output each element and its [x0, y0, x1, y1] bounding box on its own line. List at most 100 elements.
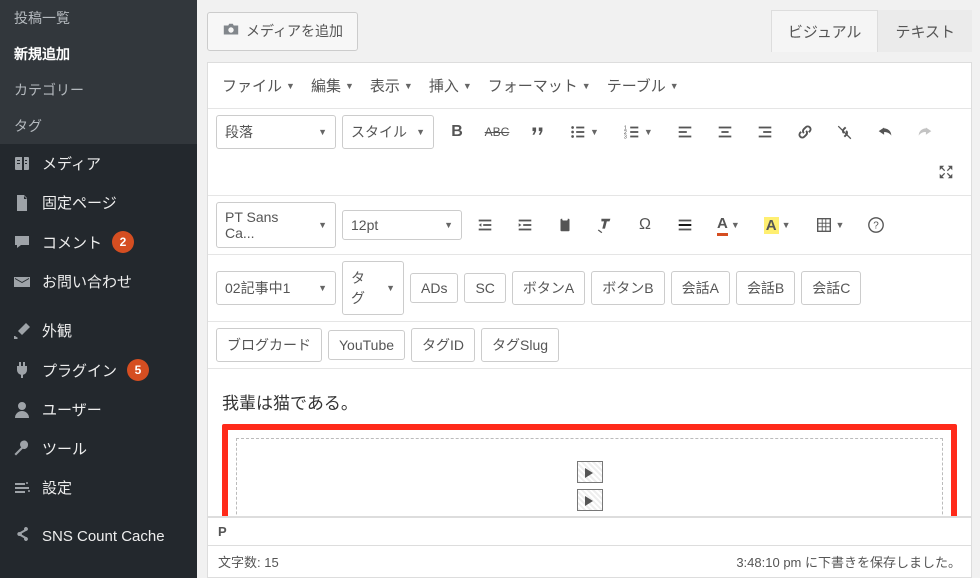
text-color-button[interactable]: A▼ — [708, 208, 749, 242]
pill-youtube[interactable]: YouTube — [328, 330, 405, 360]
embed-placeholder-box[interactable] — [236, 438, 943, 517]
sidebar-item-users[interactable]: ユーザー — [0, 390, 197, 429]
align-right-button[interactable] — [748, 115, 782, 149]
bold-button[interactable]: B — [440, 115, 474, 149]
editor-content-area[interactable]: 我輩は猫である。 実は犬でした。 — [207, 369, 972, 517]
sidebar-item-comments[interactable]: コメント 2 — [0, 222, 197, 262]
wrench-icon — [12, 439, 32, 459]
menu-edit[interactable]: 編集▼ — [305, 71, 360, 100]
autosave-status: 3:48:10 pm に下書きを保存しました。 — [736, 552, 961, 571]
svg-text:?: ? — [874, 221, 880, 232]
sidebar-item-label: SNS Count Cache — [42, 528, 165, 545]
sidebar-sub-categories[interactable]: カテゴリー — [0, 72, 197, 108]
brush-icon — [12, 321, 32, 341]
sidebar-sub-posts-list[interactable]: 投稿一覧 — [0, 0, 197, 36]
blockquote-button[interactable] — [520, 115, 554, 149]
menu-format[interactable]: フォーマット▼ — [482, 71, 597, 100]
pill-button-a[interactable]: ボタンA — [512, 271, 585, 305]
sidebar-item-label: コメント — [42, 232, 102, 253]
sidebar-item-label: 固定ページ — [42, 192, 117, 213]
sidebar-item-label: お問い合わせ — [42, 271, 132, 292]
pill-blogcard[interactable]: ブログカード — [216, 328, 322, 362]
table-button[interactable]: ▼ — [806, 208, 854, 242]
sidebar-item-pages[interactable]: 固定ページ — [0, 183, 197, 222]
paste-text-button[interactable] — [548, 208, 582, 242]
indent-button[interactable] — [508, 208, 542, 242]
element-path[interactable]: P — [218, 524, 227, 539]
sidebar-item-appearance[interactable]: 外観 — [0, 311, 197, 350]
redo-button[interactable] — [908, 115, 942, 149]
special-char-button[interactable]: Ω — [628, 208, 662, 242]
sidebar-item-contact[interactable]: お問い合わせ — [0, 262, 197, 301]
sidebar-item-label: ユーザー — [42, 399, 102, 420]
share-icon — [12, 526, 32, 546]
sidebar-item-label: ツール — [42, 438, 87, 459]
paragraph-select[interactable]: 段落▼ — [216, 115, 336, 149]
highlight-color-button[interactable]: A▼ — [755, 208, 800, 242]
pill-tag-id[interactable]: タグID — [411, 328, 475, 362]
undo-button[interactable] — [868, 115, 902, 149]
pill-conv-c[interactable]: 会話C — [801, 271, 861, 305]
font-family-select[interactable]: PT Sans Ca...▼ — [216, 202, 336, 248]
font-size-select[interactable]: 12pt▼ — [342, 210, 462, 240]
editor-toolbar: ファイル▼ 編集▼ 表示▼ 挿入▼ フォーマット▼ テーブル▼ 段落▼ スタイル… — [207, 62, 972, 369]
pill-button-b[interactable]: ボタンB — [591, 271, 664, 305]
fullscreen-button[interactable] — [929, 155, 963, 189]
pill-tag-slug[interactable]: タグSlug — [481, 328, 559, 362]
menu-table[interactable]: テーブル▼ — [601, 71, 685, 100]
strikethrough-button[interactable]: ABC — [480, 115, 514, 149]
link-button[interactable] — [788, 115, 822, 149]
sidebar-item-label: 外観 — [42, 320, 72, 341]
editor-mode-tabs: ビジュアル テキスト — [771, 10, 972, 52]
numbered-list-button[interactable]: 123▼ — [614, 115, 662, 149]
unlink-button[interactable] — [828, 115, 862, 149]
align-left-button[interactable] — [668, 115, 702, 149]
pill-conv-a[interactable]: 会話A — [671, 271, 730, 305]
hr-button[interactable] — [668, 208, 702, 242]
menu-insert[interactable]: 挿入▼ — [423, 71, 478, 100]
pill-sc[interactable]: SC — [464, 273, 505, 303]
settings-icon — [12, 478, 32, 498]
embed-placeholder-icon — [577, 489, 603, 511]
outdent-button[interactable] — [468, 208, 502, 242]
add-media-button[interactable]: メディアを追加 — [207, 12, 358, 51]
pill-conv-b[interactable]: 会話B — [736, 271, 795, 305]
bullet-list-button[interactable]: ▼ — [560, 115, 608, 149]
highlight-annotation — [222, 424, 957, 517]
sidebar-item-settings[interactable]: 設定 — [0, 468, 197, 507]
style-select[interactable]: スタイル▼ — [342, 115, 434, 149]
sidebar-item-plugins[interactable]: プラグイン 5 — [0, 350, 197, 390]
comment-icon — [12, 232, 32, 252]
sidebar-item-label: メディア — [42, 153, 101, 174]
sidebar-item-label: プラグイン — [42, 360, 117, 381]
align-center-button[interactable] — [708, 115, 742, 149]
editor-main: メディアを追加 ビジュアル テキスト ファイル▼ 編集▼ 表示▼ 挿入▼ フォー… — [197, 0, 980, 578]
sidebar-item-sns-count-cache[interactable]: SNS Count Cache — [0, 517, 197, 555]
sidebar-item-tools[interactable]: ツール — [0, 429, 197, 468]
tab-text[interactable]: テキスト — [878, 10, 972, 52]
content-line-1: 我輩は猫である。 — [222, 389, 957, 414]
media-icon — [12, 154, 32, 174]
sidebar-sub-posts-add[interactable]: 新規追加 — [0, 36, 197, 72]
plugin-icon — [12, 360, 32, 380]
article-template-select[interactable]: 02記事中1▼ — [216, 271, 336, 305]
editor-statusbar: P — [207, 517, 972, 546]
camera-music-icon — [222, 21, 240, 42]
clear-format-button[interactable] — [588, 208, 622, 242]
word-count: 文字数: 15 — [218, 552, 279, 571]
pill-ads[interactable]: ADs — [410, 273, 458, 303]
admin-sidebar: 投稿一覧 新規追加 カテゴリー タグ メディア 固定ページ コメント 2 お問い… — [0, 0, 197, 578]
editor-footer: 文字数: 15 3:48:10 pm に下書きを保存しました。 — [207, 546, 972, 578]
user-icon — [12, 400, 32, 420]
tab-visual[interactable]: ビジュアル — [771, 10, 879, 52]
svg-text:3: 3 — [624, 134, 627, 140]
tag-select[interactable]: タグ▼ — [342, 261, 404, 315]
mail-icon — [12, 272, 32, 292]
sidebar-sub-tags[interactable]: タグ — [0, 108, 197, 144]
page-icon — [12, 193, 32, 213]
sidebar-item-media[interactable]: メディア — [0, 144, 197, 183]
help-button[interactable]: ? — [859, 208, 893, 242]
comments-count-badge: 2 — [112, 231, 134, 253]
menu-file[interactable]: ファイル▼ — [216, 71, 301, 100]
menu-view[interactable]: 表示▼ — [364, 71, 419, 100]
